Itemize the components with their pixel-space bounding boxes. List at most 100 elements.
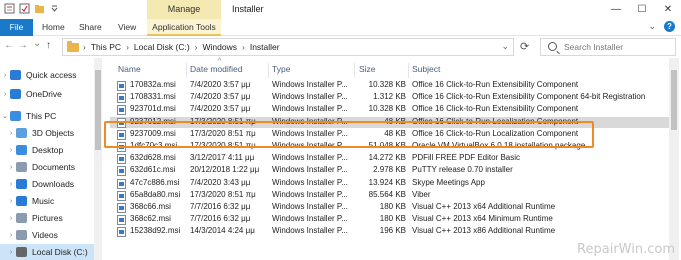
sidebar-item-label: 3D Objects xyxy=(32,128,75,138)
refresh-icon[interactable]: ⟳ xyxy=(520,40,529,53)
table-row[interactable]: 9237012.msi 17/3/2020 8:51 πμ Windows Inst… xyxy=(110,116,670,129)
back-arrow-icon[interactable]: ← xyxy=(4,40,14,51)
column-header-name[interactable]: Name xyxy=(118,64,141,78)
expand-chevron-icon[interactable]: › xyxy=(6,181,16,188)
table-row[interactable]: 170832a.msi 7/4/2020 3:57 μμ Windows Insta… xyxy=(110,80,670,92)
table-row[interactable]: 9237009.msi 17/3/2020 8:51 πμ Windows Inst… xyxy=(110,129,670,141)
table-row[interactable]: 368c62.msi 7/7/2016 6:32 μμ Windows Instal… xyxy=(110,214,670,226)
column-divider[interactable] xyxy=(268,63,269,78)
expand-ribbon-icon[interactable]: ⌄ xyxy=(648,21,656,32)
column-divider[interactable] xyxy=(186,63,187,78)
sidebar-item-label: Documents xyxy=(32,162,75,172)
expand-chevron-icon[interactable]: › xyxy=(6,215,16,222)
minimize-button[interactable]: — xyxy=(603,0,629,19)
breadcrumb-local-disk[interactable]: Local Disk (C:) xyxy=(134,42,190,52)
table-row[interactable]: 632d628.msi 3/12/2017 4:11 μμ Windows Inst… xyxy=(110,153,670,165)
maximize-button[interactable]: ☐ xyxy=(629,0,655,19)
expand-chevron-icon[interactable]: › xyxy=(0,72,10,79)
cell-size: 48 KB xyxy=(384,128,406,138)
address-dropdown-icon[interactable]: ⌄ xyxy=(501,41,509,52)
sidebar-item-onedrive[interactable]: › OneDrive xyxy=(0,86,94,102)
cell-type: Windows Installer P... xyxy=(272,92,348,102)
sidebar-item-quick-access[interactable]: › Quick access xyxy=(0,67,94,83)
table-row[interactable]: 1708331.msi 7/4/2020 3:57 μμ Windows Insta… xyxy=(110,92,670,104)
expand-chevron-icon[interactable]: › xyxy=(0,91,10,98)
table-row[interactable]: 632d61c.msi 20/12/2018 1:22 μμ Windows Ins… xyxy=(110,165,670,177)
forward-arrow-icon[interactable]: → xyxy=(18,40,28,51)
column-divider[interactable] xyxy=(354,63,355,78)
tab-application-tools[interactable]: Application Tools xyxy=(147,19,221,36)
nav-scrollbar-thumb[interactable] xyxy=(95,70,101,150)
column-header-type[interactable]: Type xyxy=(272,64,290,78)
list-scrollbar[interactable] xyxy=(669,58,679,260)
cell-name: 632d628.msi xyxy=(130,153,176,163)
msi-file-icon xyxy=(117,154,126,165)
expand-chevron-icon[interactable]: › xyxy=(6,164,16,171)
table-row[interactable]: 368c66.msi 7/7/2016 6:32 μμ Windows Instal… xyxy=(110,202,670,214)
column-header-date-modified[interactable]: Date modified xyxy=(190,64,242,78)
sidebar-item-label: Pictures xyxy=(32,213,63,223)
nav-scrollbar[interactable] xyxy=(94,58,102,260)
breadcrumb-installer[interactable]: Installer xyxy=(250,42,280,52)
column-header-size[interactable]: Size xyxy=(359,64,376,78)
table-row[interactable]: 15238d92.msi 14/3/2014 4:24 μμ Windows Ins… xyxy=(110,226,670,238)
help-icon[interactable]: ? xyxy=(664,21,675,32)
tab-home[interactable]: Home xyxy=(42,19,65,36)
quick-access-dropdown-icon[interactable] xyxy=(49,3,60,14)
close-button[interactable]: ✕ xyxy=(655,0,681,19)
cell-subject: Office 16 Click-to-Run Localization Comp… xyxy=(412,116,579,126)
expand-chevron-icon[interactable]: › xyxy=(6,249,16,256)
cell-type: Windows Installer P... xyxy=(272,141,348,150)
tab-file[interactable]: File xyxy=(0,19,33,36)
expand-chevron-icon[interactable]: › xyxy=(6,130,16,137)
cell-name: 368c62.msi xyxy=(130,214,171,224)
new-folder-icon[interactable] xyxy=(34,3,45,14)
sidebar-item-label: Local Disk (C:) xyxy=(32,247,88,257)
cell-type: Windows Installer P... xyxy=(272,165,348,175)
cell-type: Windows Installer P... xyxy=(272,128,348,138)
msi-file-icon xyxy=(117,142,126,152)
up-arrow-icon[interactable]: ↑ xyxy=(46,40,51,51)
sidebar-item-local-disk-c[interactable]: › Local Disk (C:) xyxy=(0,244,94,260)
table-row[interactable]: 65a8da80.msi 17/3/2020 8:51 πμ Windows Ins… xyxy=(110,190,670,202)
expand-chevron-icon[interactable]: › xyxy=(6,147,16,154)
column-header-subject[interactable]: Subject xyxy=(412,64,440,78)
cell-type: Windows Installer P... xyxy=(272,104,348,114)
table-row[interactable]: 1dfc70c3.msi 17/3/2020 8:51 πμ Windows Ins… xyxy=(110,141,670,153)
search-box[interactable]: Search Installer xyxy=(540,38,676,56)
address-bar[interactable]: › This PC › Local Disk (C:) › Windows › … xyxy=(62,38,514,56)
cell-name: 9237009.msi xyxy=(130,128,176,138)
checkmark-icon[interactable] xyxy=(19,3,30,14)
sidebar-item-desktop[interactable]: › Desktop xyxy=(0,142,94,158)
sidebar-item-pictures[interactable]: › Pictures xyxy=(0,210,94,226)
sidebar-item-label: Music xyxy=(32,196,55,206)
sidebar-item-videos[interactable]: › Videos xyxy=(0,227,94,243)
list-scrollbar-thumb[interactable] xyxy=(671,70,677,130)
search-input[interactable]: Search Installer xyxy=(564,42,623,52)
sidebar-item-this-pc[interactable]: ⌄ This PC xyxy=(0,108,94,124)
manage-tab[interactable]: Manage xyxy=(147,0,221,19)
ribbon-tabs: File Home Share View Application Tools ⌄… xyxy=(0,19,681,36)
table-row[interactable]: 923701d.msi 7/4/2020 3:57 μμ Windows Insta… xyxy=(110,104,670,116)
cell-type: Windows Installer P... xyxy=(272,116,348,126)
sidebar-item-downloads[interactable]: › Downloads xyxy=(0,176,94,192)
expand-chevron-icon[interactable]: › xyxy=(6,232,16,239)
breadcrumb-windows[interactable]: Windows xyxy=(203,42,237,52)
expand-chevron-icon[interactable]: › xyxy=(6,198,16,205)
column-divider[interactable] xyxy=(408,63,409,78)
sidebar-item-3d-objects[interactable]: › 3D Objects xyxy=(0,125,94,141)
music-icon xyxy=(16,196,27,206)
table-row[interactable]: 47c7c886.msi 7/4/2020 3:43 μμ Windows Inst… xyxy=(110,178,670,190)
sidebar-item-label: OneDrive xyxy=(26,89,62,99)
file-list: ^ Name Date modified Type Size Subject 1… xyxy=(110,58,681,260)
properties-icon[interactable] xyxy=(4,3,15,14)
recent-locations-dropdown-icon[interactable]: ⌄ xyxy=(33,38,41,49)
tab-view[interactable]: View xyxy=(118,19,136,36)
sidebar-item-documents[interactable]: › Documents xyxy=(0,159,94,175)
sidebar-item-music[interactable]: › Music xyxy=(0,193,94,209)
breadcrumb-this-pc[interactable]: This PC xyxy=(91,42,121,52)
cell-date: 7/4/2020 3:57 μμ xyxy=(190,80,251,89)
tab-share[interactable]: Share xyxy=(79,19,102,36)
expand-chevron-icon[interactable]: ⌄ xyxy=(0,112,10,120)
search-icon xyxy=(548,42,557,51)
